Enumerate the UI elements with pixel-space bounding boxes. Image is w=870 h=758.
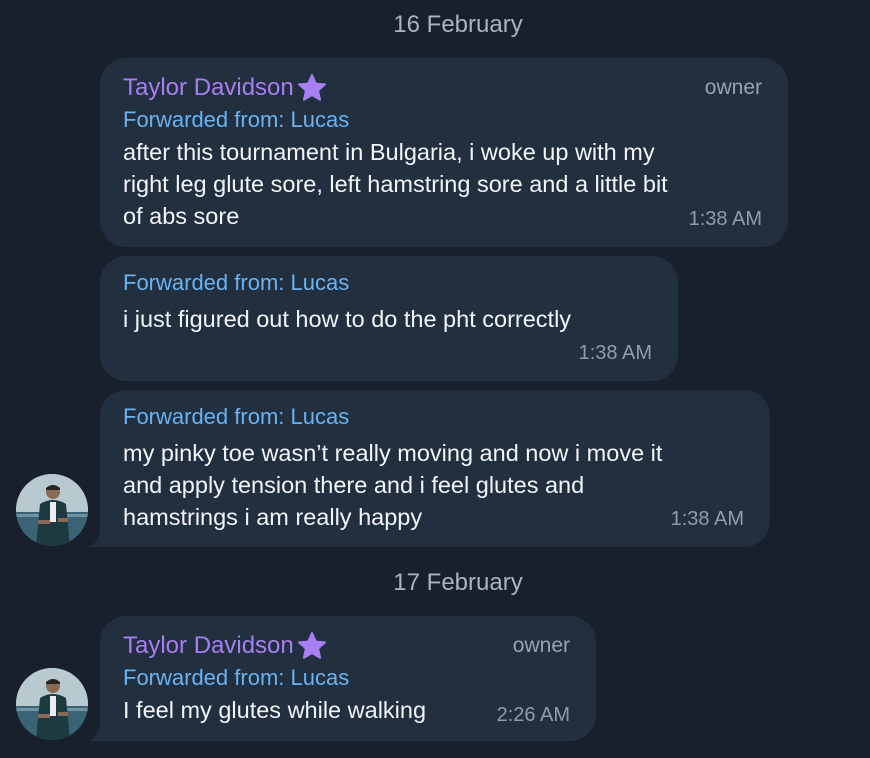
forwarded-from[interactable]: Forwarded from: Lucas (123, 267, 654, 299)
message-bubble[interactable]: Taylor Davidson owner Forwarded from: Lu… (88, 616, 596, 741)
role-badge: owner (704, 76, 762, 99)
star-icon (296, 631, 328, 661)
user-avatar[interactable] (16, 474, 88, 546)
message-bubble[interactable]: Forwarded from: Lucas i just figured out… (100, 256, 678, 381)
message-text: i just figured out how to do the pht cor… (123, 303, 654, 335)
message-line: my pinky toe wasn’t really moving and no… (123, 440, 663, 466)
message-line: of abs sore (123, 203, 240, 229)
message-text: my pinky toe wasn’t really moving and no… (123, 437, 746, 533)
sender-name[interactable]: Taylor Davidson (123, 72, 294, 104)
message-line: hamstrings i am really happy (123, 504, 423, 530)
message-time: 1:38 AM (670, 508, 744, 530)
sender-name-group[interactable]: Taylor Davidson (123, 630, 328, 662)
date-separator: 17 February (393, 569, 523, 596)
sender-name[interactable]: Taylor Davidson (123, 630, 294, 662)
message-header: Taylor Davidson owner (123, 630, 572, 662)
message-time: 1:38 AM (578, 342, 652, 364)
role-badge: owner (512, 634, 570, 657)
message-line: after this tournament in Bulgaria, i wok… (123, 139, 655, 165)
message-bubble[interactable]: Taylor Davidson owner Forwarded from: Lu… (100, 58, 788, 247)
message-line: i just figured out how to do the pht cor… (123, 306, 572, 332)
message-header: Taylor Davidson owner (123, 72, 764, 104)
message-line: and apply tension there and i feel glute… (123, 472, 585, 498)
message-time: 2:26 AM (496, 704, 570, 726)
bubble-tail (88, 725, 108, 741)
user-avatar[interactable] (16, 668, 88, 740)
date-separator: 16 February (393, 11, 523, 38)
message-time: 1:38 AM (688, 208, 762, 230)
bubble-tail (88, 531, 108, 547)
message-line: right leg glute sore, left hamstring sor… (123, 171, 668, 197)
sender-name-group[interactable]: Taylor Davidson (123, 72, 328, 104)
forwarded-from[interactable]: Forwarded from: Lucas (123, 401, 746, 433)
chat-history[interactable]: 16 February Taylor Davidson owner Forwar… (0, 0, 870, 758)
message-bubble[interactable]: Forwarded from: Lucas my pinky toe wasn’… (88, 390, 770, 547)
forwarded-from[interactable]: Forwarded from: Lucas (123, 662, 572, 694)
message-text: after this tournament in Bulgaria, i wok… (123, 136, 764, 232)
forwarded-from[interactable]: Forwarded from: Lucas (123, 104, 764, 136)
star-icon (296, 73, 328, 103)
